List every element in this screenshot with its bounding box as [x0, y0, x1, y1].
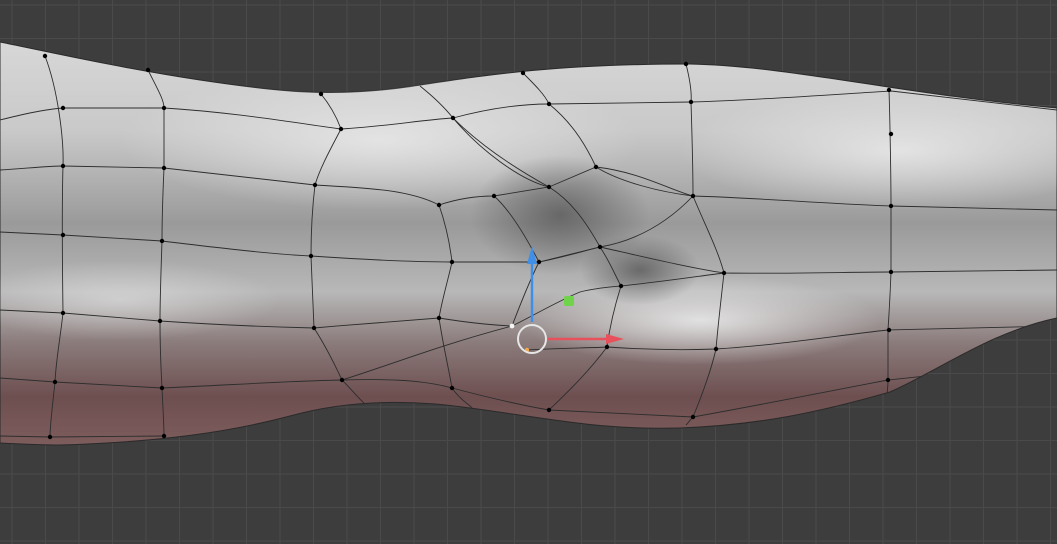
mesh-vertex[interactable] [60, 232, 66, 238]
mesh-vertex[interactable] [546, 184, 552, 190]
mesh-vertex[interactable] [888, 203, 894, 209]
mesh-vertex[interactable] [159, 385, 165, 391]
mesh-vertex[interactable] [161, 105, 167, 111]
mesh-vertex[interactable] [60, 310, 66, 316]
mesh-vertex[interactable] [449, 385, 455, 391]
mesh-object[interactable] [0, 41, 1057, 446]
mesh-vertex[interactable] [713, 346, 719, 352]
mesh-vertex[interactable] [161, 433, 167, 439]
mesh-vertex[interactable] [888, 269, 894, 275]
3d-viewport[interactable] [0, 0, 1057, 544]
mesh-vertex[interactable] [450, 115, 456, 121]
mesh-vertex[interactable] [690, 414, 696, 420]
mesh-vertex[interactable] [159, 238, 165, 244]
mesh-vertex[interactable] [520, 70, 526, 76]
mesh-vertex[interactable] [886, 87, 892, 93]
mesh-vertex[interactable] [42, 53, 48, 59]
mesh-vertex[interactable] [597, 244, 603, 250]
mesh-vertex[interactable] [318, 91, 324, 97]
mesh-vertex[interactable] [491, 193, 497, 199]
mesh-vertex[interactable] [161, 165, 167, 171]
mesh-vertex[interactable] [449, 259, 455, 265]
mesh-vertex[interactable] [145, 67, 151, 73]
mesh-vertex[interactable] [536, 259, 542, 265]
mesh-vertex[interactable] [308, 253, 314, 259]
mesh-vertex[interactable] [546, 407, 552, 413]
mesh-vertex[interactable] [436, 202, 442, 208]
mesh-vertex[interactable] [60, 163, 66, 169]
mesh-vertex[interactable] [721, 270, 727, 276]
mesh-vertex[interactable] [47, 434, 53, 440]
mesh-vertex[interactable] [886, 327, 892, 333]
mesh-vertex[interactable] [593, 164, 599, 170]
mesh-vertex[interactable] [683, 61, 689, 67]
mesh-vertex[interactable] [546, 101, 552, 107]
mesh-vertex[interactable] [618, 283, 624, 289]
mesh-vertex[interactable] [311, 325, 317, 331]
viewport-canvas[interactable] [0, 0, 1057, 544]
mesh-vertex[interactable] [338, 126, 344, 132]
mesh-vertex[interactable] [312, 182, 318, 188]
mesh-vertex[interactable] [157, 318, 163, 324]
mesh-vertex[interactable] [60, 105, 66, 111]
mesh-vertex[interactable] [604, 344, 610, 350]
mesh-vertex[interactable] [52, 379, 58, 385]
mesh-vertex[interactable] [688, 99, 694, 105]
selected-vertex[interactable] [509, 323, 515, 329]
mesh-vertex[interactable] [339, 377, 345, 383]
mesh-vertex[interactable] [690, 193, 696, 199]
plane-handle-icon[interactable] [564, 296, 574, 306]
mesh-vertex[interactable] [888, 131, 894, 137]
mesh-vertex[interactable] [436, 315, 442, 321]
mesh-vertex[interactable] [885, 377, 891, 383]
